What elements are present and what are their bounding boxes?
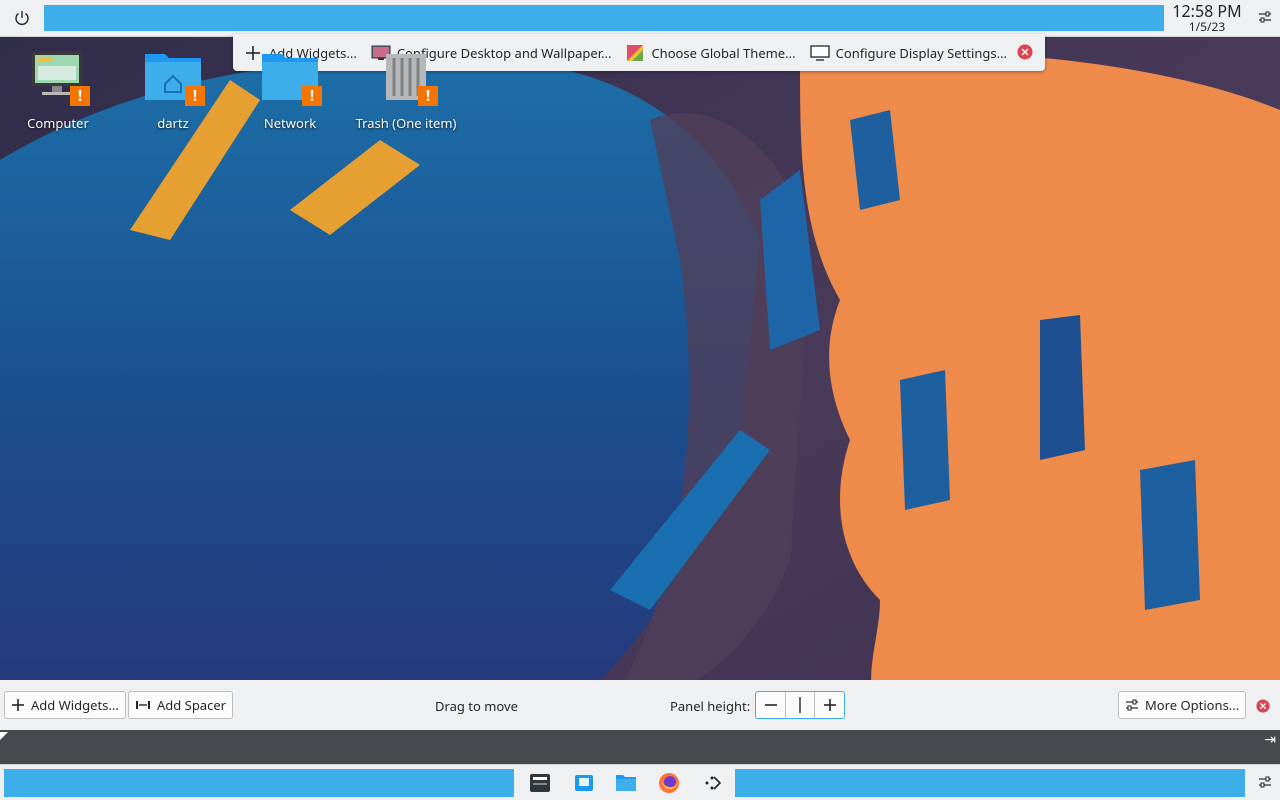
configure-display-label: Configure Display Settings... bbox=[835, 43, 1008, 62]
panel-spacer[interactable] bbox=[44, 5, 1164, 31]
desktop-icon-label: dartz bbox=[157, 114, 189, 132]
desktop-icon-computer[interactable]: ! Computer bbox=[0, 46, 116, 132]
desktop-icon-label: Computer bbox=[27, 114, 89, 132]
add-spacer-button[interactable]: Add Spacer bbox=[128, 691, 234, 719]
kde-connect-icon[interactable] bbox=[699, 771, 725, 795]
add-widgets-label: Add Widgets... bbox=[31, 696, 119, 714]
display-icon bbox=[809, 44, 830, 62]
power-icon[interactable] bbox=[8, 6, 36, 30]
close-toolbox-icon[interactable] bbox=[1017, 44, 1033, 64]
task-manager-icon[interactable] bbox=[527, 771, 553, 795]
more-options-label: More Options... bbox=[1145, 696, 1240, 714]
digital-clock[interactable]: 12:58 PM 1/5/23 bbox=[1166, 3, 1248, 33]
panel-spacer[interactable] bbox=[735, 769, 1245, 797]
computer-icon: ! bbox=[28, 46, 90, 106]
file-manager-icon[interactable] bbox=[613, 771, 639, 795]
desktop-icon-home[interactable]: ! dartz bbox=[115, 46, 231, 132]
panel-height-stepper bbox=[755, 691, 845, 719]
settings-icon bbox=[1126, 699, 1138, 711]
warning-badge: ! bbox=[185, 86, 205, 106]
plus-icon bbox=[12, 699, 24, 711]
close-edit-mode-icon[interactable] bbox=[1256, 699, 1270, 717]
clock-time: 12:58 PM bbox=[1172, 0, 1242, 22]
panel-max-length-slider[interactable]: ⇥ bbox=[1264, 730, 1276, 749]
clock-date: 1/5/23 bbox=[1188, 18, 1226, 35]
warning-badge: ! bbox=[70, 86, 90, 106]
firefox-icon[interactable] bbox=[656, 771, 682, 795]
panel-height-handle[interactable] bbox=[785, 692, 815, 718]
decrease-height-button[interactable] bbox=[756, 692, 785, 718]
drag-to-move-handle[interactable]: Drag to move bbox=[435, 697, 518, 715]
panel-spacer[interactable] bbox=[4, 769, 514, 797]
warning-badge: ! bbox=[302, 86, 322, 106]
add-spacer-label: Add Spacer bbox=[157, 696, 227, 714]
theme-icon bbox=[625, 44, 645, 62]
bottom-panel bbox=[0, 764, 1280, 800]
choose-theme-label: Choose Global Theme... bbox=[651, 43, 796, 62]
top-panel: 12:58 PM 1/5/23 bbox=[0, 0, 1280, 37]
desktop-icon-trash[interactable]: ! Trash (One item) bbox=[348, 46, 464, 132]
warning-badge: ! bbox=[418, 86, 438, 106]
desktop-icon-label: Trash (One item) bbox=[355, 114, 457, 132]
minus-icon bbox=[764, 704, 777, 706]
plus-icon bbox=[823, 699, 836, 711]
choose-theme-button[interactable]: Choose Global Theme... bbox=[625, 40, 796, 66]
network-folder-icon: ! bbox=[260, 46, 322, 106]
configure-display-button[interactable]: Configure Display Settings... bbox=[809, 40, 1008, 66]
panel-edit-toolbar: Add Widgets... Add Spacer Drag to move P… bbox=[0, 680, 1280, 730]
more-options-button[interactable]: More Options... bbox=[1118, 691, 1247, 719]
home-folder-icon: ! bbox=[143, 46, 205, 106]
add-widgets-panel-button[interactable]: Add Widgets... bbox=[4, 691, 126, 719]
trash-icon: ! bbox=[376, 46, 438, 106]
spacer-icon bbox=[136, 701, 150, 709]
increase-height-button[interactable] bbox=[815, 692, 844, 718]
discover-icon[interactable] bbox=[571, 771, 597, 795]
panel-settings-icon[interactable] bbox=[1258, 775, 1272, 793]
panel-height-label: Panel height: bbox=[670, 697, 751, 715]
panel-ruler: ⇥ bbox=[0, 730, 1280, 764]
desktop-icon-network[interactable]: ! Network bbox=[232, 46, 348, 132]
panel-settings-icon[interactable] bbox=[1258, 10, 1272, 28]
desktop-icon-label: Network bbox=[263, 114, 317, 132]
panel-offset-slider[interactable] bbox=[0, 732, 8, 740]
